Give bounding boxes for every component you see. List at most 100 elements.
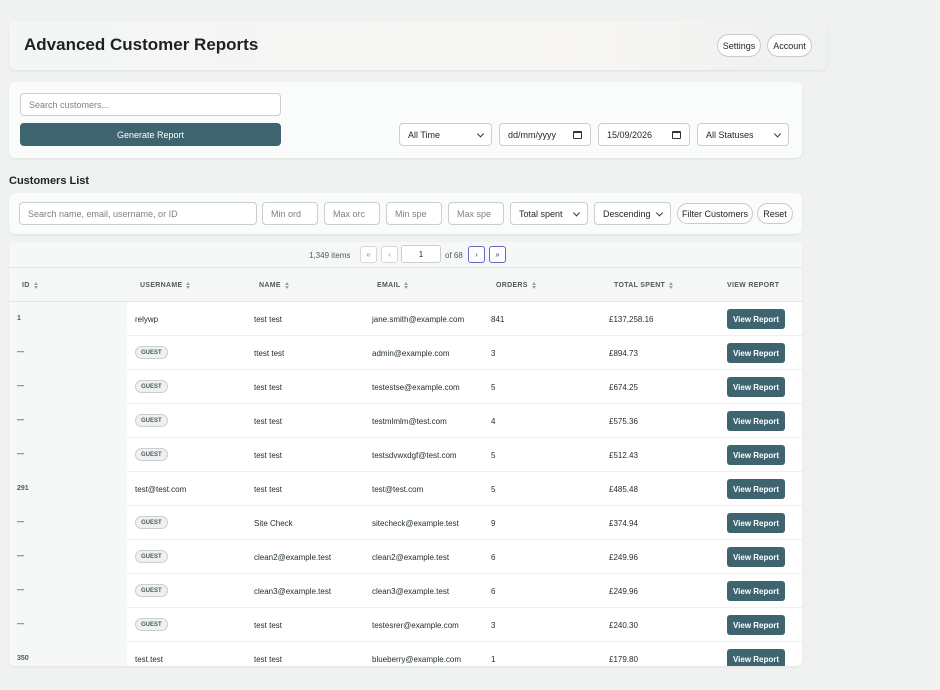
column-email[interactable]: EMAIL: [377, 282, 409, 289]
page-title: Advanced Customer Reports: [24, 35, 259, 54]
generate-report-button[interactable]: Generate Report: [20, 123, 281, 146]
section-title: Customers List: [9, 175, 90, 187]
id-cell: [9, 642, 127, 666]
customer-username: relywp: [135, 315, 159, 324]
chevron-down-icon: [773, 129, 782, 138]
customer-name: test test: [254, 451, 283, 460]
column-id[interactable]: ID: [22, 282, 38, 289]
customer-name: clean2@example.test: [254, 553, 332, 562]
view-report-button[interactable]: View Report: [727, 309, 785, 329]
view-report-button[interactable]: View Report: [727, 343, 785, 363]
sort-icon: [531, 282, 536, 289]
customer-orders: 3: [491, 621, 496, 630]
account-button[interactable]: Account: [767, 34, 812, 57]
min-orders-input[interactable]: Min ord: [262, 202, 318, 225]
customer-total-spent: £240.30: [609, 621, 638, 630]
table-row: — GUEST ttest test admin@example.com 3 £894.7…: [9, 336, 802, 370]
customer-email: jane.smith@example.com: [372, 315, 465, 324]
view-report-button[interactable]: View Report: [727, 649, 785, 666]
customer-email: test@test.com: [372, 485, 424, 494]
view-report-button[interactable]: View Report: [727, 581, 785, 601]
prev-page-button[interactable]: ‹: [381, 246, 398, 263]
view-report-button[interactable]: View Report: [727, 411, 785, 431]
table-row: — GUEST Site Check sitecheck@example.test 9 £…: [9, 506, 802, 540]
chevron-down-icon: [476, 129, 485, 138]
table-row: — GUEST test test testmlmlm@test.com 4 £575.3…: [9, 404, 802, 438]
guest-badge: GUEST: [135, 346, 168, 359]
customer-total-spent: £137,258.16: [609, 315, 654, 324]
min-spent-input[interactable]: Min spe: [386, 202, 442, 225]
date-from-input[interactable]: dd/mm/yyyy: [499, 123, 591, 146]
max-orders-input[interactable]: Max orc: [324, 202, 380, 225]
customer-id: 350: [17, 655, 29, 662]
view-report-button[interactable]: View Report: [727, 513, 785, 533]
max-spent-input[interactable]: Max spe: [448, 202, 504, 225]
period-select[interactable]: All Time: [399, 123, 492, 146]
table-row: 291 test@test.com test test test@test.com 5 £…: [9, 472, 802, 506]
table-row: — GUEST clean2@example.test clean2@example.…: [9, 540, 802, 574]
customer-total-spent: £374.94: [609, 519, 638, 528]
calendar-icon[interactable]: [573, 130, 582, 139]
reset-button[interactable]: Reset: [757, 203, 793, 224]
table-row: — GUEST test test testesrer@example.com 3 £24…: [9, 608, 802, 642]
customer-id: —: [17, 519, 24, 526]
id-cell: [9, 574, 127, 608]
sort-by-select[interactable]: Total spent: [510, 202, 588, 225]
view-report-button[interactable]: View Report: [727, 479, 785, 499]
customer-id: 291: [17, 485, 29, 492]
customer-id: —: [17, 587, 24, 594]
customer-name: Site Check: [254, 519, 293, 528]
item-count: 1,349 items: [309, 251, 351, 260]
column-view-report: VIEW REPORT: [727, 282, 780, 289]
guest-badge: GUEST: [135, 516, 168, 529]
id-cell: [9, 336, 127, 370]
column-total-spent[interactable]: TOTAL SPENT: [614, 282, 674, 289]
customer-name: test test: [254, 315, 283, 324]
id-cell: [9, 506, 127, 540]
last-page-button[interactable]: »: [489, 246, 506, 263]
customer-name: test test: [254, 383, 283, 392]
customer-search-input[interactable]: Search customers...: [20, 93, 281, 116]
view-report-button[interactable]: View Report: [727, 445, 785, 465]
sort-icon: [669, 282, 674, 289]
column-orders[interactable]: ORDERS: [496, 282, 536, 289]
customer-email: clean2@example.test: [372, 553, 450, 562]
sort-icon: [404, 282, 409, 289]
guest-badge: GUEST: [135, 448, 168, 461]
customer-total-spent: £894.73: [609, 349, 638, 358]
settings-button[interactable]: Settings: [717, 34, 761, 57]
date-to-input[interactable]: 15/09/2026: [598, 123, 690, 146]
calendar-icon[interactable]: [672, 130, 681, 139]
view-report-button[interactable]: View Report: [727, 377, 785, 397]
view-report-button[interactable]: View Report: [727, 615, 785, 635]
status-select[interactable]: All Statuses: [697, 123, 789, 146]
customer-orders: 4: [491, 417, 496, 426]
customer-name: test test: [254, 621, 283, 630]
guest-badge: GUEST: [135, 550, 168, 563]
column-name[interactable]: NAME: [259, 282, 289, 289]
report-panel: Search customers... Generate Report All …: [9, 82, 802, 158]
first-page-button[interactable]: «: [360, 246, 377, 263]
guest-badge: GUEST: [135, 380, 168, 393]
customer-orders: 9: [491, 519, 496, 528]
customer-total-spent: £249.96: [609, 587, 638, 596]
period-select-value: All Time: [408, 129, 441, 140]
guest-badge: GUEST: [135, 584, 168, 597]
customer-email: blueberry@example.com: [372, 655, 462, 664]
page-number-input[interactable]: 1: [401, 245, 441, 263]
sort-icon: [186, 282, 191, 289]
next-page-button[interactable]: ›: [468, 246, 485, 263]
column-username[interactable]: USERNAME: [140, 282, 191, 289]
customer-orders: 841: [491, 315, 505, 324]
view-report-button[interactable]: View Report: [727, 547, 785, 567]
customer-filter-search[interactable]: Search name, email, username, or ID: [19, 202, 257, 225]
sort-direction-select[interactable]: Descending: [594, 202, 671, 225]
date-to-value: 15/09/2026: [607, 129, 653, 140]
customers-table: 1,349 items « ‹ 1 of 68 › » ID USERNAME …: [9, 242, 802, 666]
table-row: — GUEST test test testestse@example.com 5 £67…: [9, 370, 802, 404]
customer-email: sitecheck@example.test: [372, 519, 459, 528]
customer-orders: 5: [491, 383, 496, 392]
filter-customers-button[interactable]: Filter Customers: [677, 203, 753, 224]
customer-username: test.test: [135, 655, 164, 664]
customer-total-spent: £575.36: [609, 417, 638, 426]
